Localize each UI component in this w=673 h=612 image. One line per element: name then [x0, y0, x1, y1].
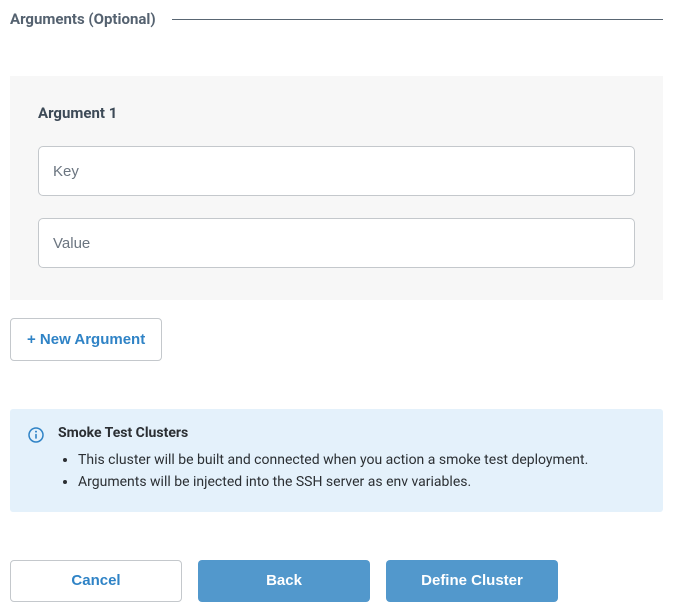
info-bullet: Arguments will be injected into the SSH … — [78, 471, 645, 493]
cancel-button[interactable]: Cancel — [10, 560, 182, 602]
argument-label: Argument 1 — [38, 104, 635, 122]
section-header: Arguments (Optional) — [10, 10, 663, 28]
section-divider — [172, 19, 663, 20]
info-icon — [28, 427, 44, 443]
info-content: Smoke Test Clusters This cluster will be… — [58, 425, 645, 494]
new-argument-button[interactable]: + New Argument — [10, 318, 162, 361]
back-button[interactable]: Back — [198, 560, 370, 602]
footer-actions: Cancel Back Define Cluster — [10, 560, 663, 602]
section-title: Arguments (Optional) — [10, 10, 156, 28]
info-panel: Smoke Test Clusters This cluster will be… — [10, 409, 663, 512]
info-bullet: This cluster will be built and connected… — [78, 449, 645, 471]
info-title: Smoke Test Clusters — [58, 425, 645, 441]
argument-card: Argument 1 — [10, 76, 663, 300]
info-list: This cluster will be built and connected… — [58, 449, 645, 494]
argument-value-input[interactable] — [38, 218, 635, 268]
argument-key-input[interactable] — [38, 146, 635, 196]
define-cluster-button[interactable]: Define Cluster — [386, 560, 558, 602]
